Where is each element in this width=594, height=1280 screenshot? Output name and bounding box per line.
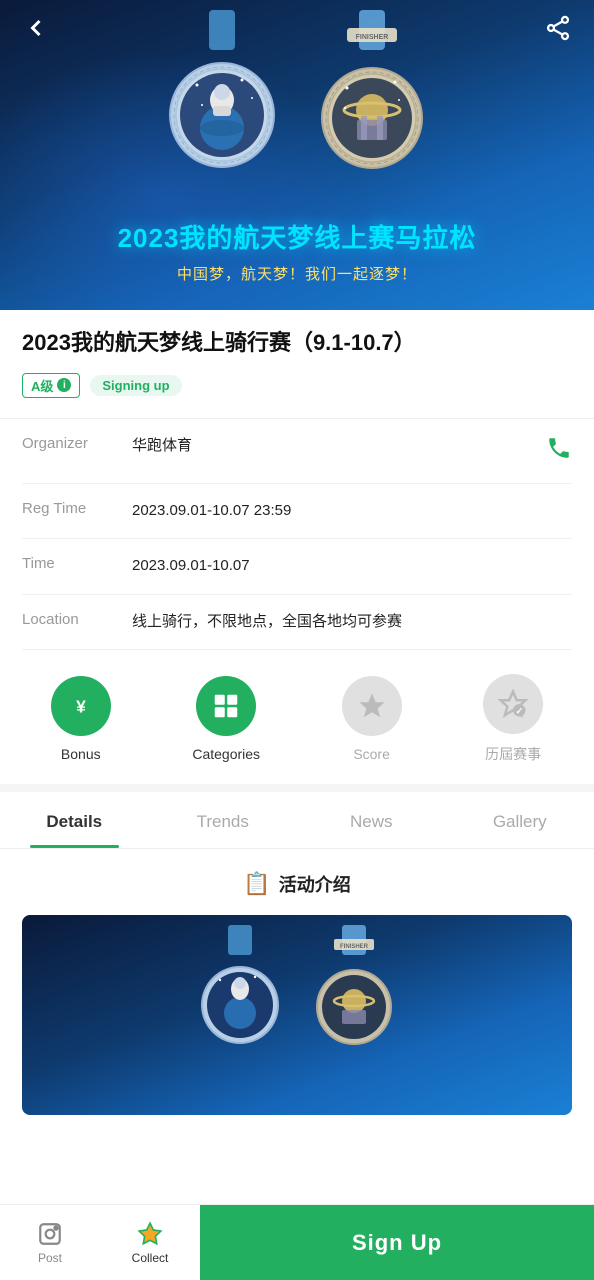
history-circle: ✓ bbox=[483, 674, 543, 734]
organizer-value: 华跑体育 bbox=[132, 435, 526, 458]
score-label: Score bbox=[353, 746, 390, 762]
bonus-icon-item[interactable]: ¥ Bonus bbox=[51, 676, 111, 762]
info-section: Organizer 华跑体育 Reg Time 2023.09.01-10.07… bbox=[0, 418, 594, 651]
collect-button[interactable]: Collect bbox=[100, 1205, 200, 1280]
categories-circle bbox=[196, 676, 256, 736]
time-value: 2023.09.01-10.07 bbox=[132, 555, 572, 578]
location-row: Location 线上骑行，不限地点，全国各地均可参赛 bbox=[22, 595, 572, 651]
phone-button[interactable] bbox=[546, 435, 572, 467]
hero-banner: FINISHER bbox=[0, 0, 594, 310]
history-icon-item[interactable]: ✓ 历屆赛事 bbox=[483, 674, 543, 764]
score-circle bbox=[342, 676, 402, 736]
bonus-label: Bonus bbox=[61, 746, 101, 762]
history-label: 历屆赛事 bbox=[485, 744, 541, 764]
time-row: Time 2023.09.01-10.07 bbox=[22, 539, 572, 595]
nav-bar bbox=[0, 0, 594, 56]
bottom-bar: Post Collect Sign Up bbox=[0, 1204, 594, 1280]
location-value: 线上骑行，不限地点，全国各地均可参赛 bbox=[132, 611, 572, 634]
time-label: Time bbox=[22, 555, 112, 572]
icon-grid: ¥ Bonus Categories bbox=[0, 650, 594, 792]
content-medals: FINISHER bbox=[190, 925, 404, 1045]
tab-trends[interactable]: Trends bbox=[149, 792, 298, 848]
doc-icon: 📋 bbox=[243, 871, 270, 897]
post-label: Post bbox=[38, 1251, 62, 1265]
tabs-bar: Details Trends News Gallery bbox=[0, 792, 594, 849]
section-header: 📋 活动介绍 bbox=[22, 849, 572, 915]
content-medal-right: FINISHER bbox=[304, 925, 404, 1045]
tab-gallery[interactable]: Gallery bbox=[446, 792, 594, 848]
categories-label: Categories bbox=[192, 746, 260, 762]
organizer-label: Organizer bbox=[22, 435, 112, 452]
level-badge: A级 i bbox=[22, 373, 80, 398]
score-icon-item[interactable]: Score bbox=[342, 676, 402, 762]
reg-time-label: Reg Time bbox=[22, 500, 112, 517]
post-button[interactable]: Post bbox=[0, 1205, 100, 1280]
event-title: 2023我的航天梦线上骑行赛（9.1-10.7） bbox=[22, 328, 572, 359]
share-button[interactable] bbox=[540, 10, 576, 46]
bonus-circle: ¥ bbox=[51, 676, 111, 736]
location-label: Location bbox=[22, 611, 112, 628]
collect-label: Collect bbox=[132, 1251, 169, 1265]
organizer-row: Organizer 华跑体育 bbox=[22, 419, 572, 484]
svg-text:¥: ¥ bbox=[76, 697, 86, 717]
level-badge-text: A级 bbox=[31, 376, 53, 395]
reg-time-value: 2023.09.01-10.07 23:59 bbox=[132, 500, 572, 523]
tab-news[interactable]: News bbox=[297, 792, 446, 848]
main-content: 2023我的航天梦线上骑行赛（9.1-10.7） A级 i Signing up… bbox=[0, 310, 594, 1115]
reg-time-row: Reg Time 2023.09.01-10.07 23:59 bbox=[22, 484, 572, 540]
badges-row: A级 i Signing up bbox=[22, 373, 572, 398]
signup-button[interactable]: Sign Up bbox=[200, 1205, 594, 1280]
bottom-icons: Post Collect bbox=[0, 1205, 200, 1280]
svg-text:FINISHER: FINISHER bbox=[340, 944, 369, 950]
back-button[interactable] bbox=[18, 10, 54, 46]
tab-details[interactable]: Details bbox=[0, 792, 149, 848]
content-image: FINISHER bbox=[22, 915, 572, 1115]
categories-icon-item[interactable]: Categories bbox=[192, 676, 260, 762]
section-title: 活动介绍 bbox=[279, 871, 351, 897]
svg-text:✓: ✓ bbox=[516, 706, 523, 716]
hero-subtitle: 中国梦，航天梦！我们一起逐梦！ bbox=[0, 263, 594, 284]
content-medal-left bbox=[190, 925, 290, 1045]
status-badge: Signing up bbox=[90, 375, 181, 396]
info-icon: i bbox=[57, 378, 71, 392]
hero-title: 2023我的航天梦线上赛马拉松 bbox=[0, 218, 594, 255]
